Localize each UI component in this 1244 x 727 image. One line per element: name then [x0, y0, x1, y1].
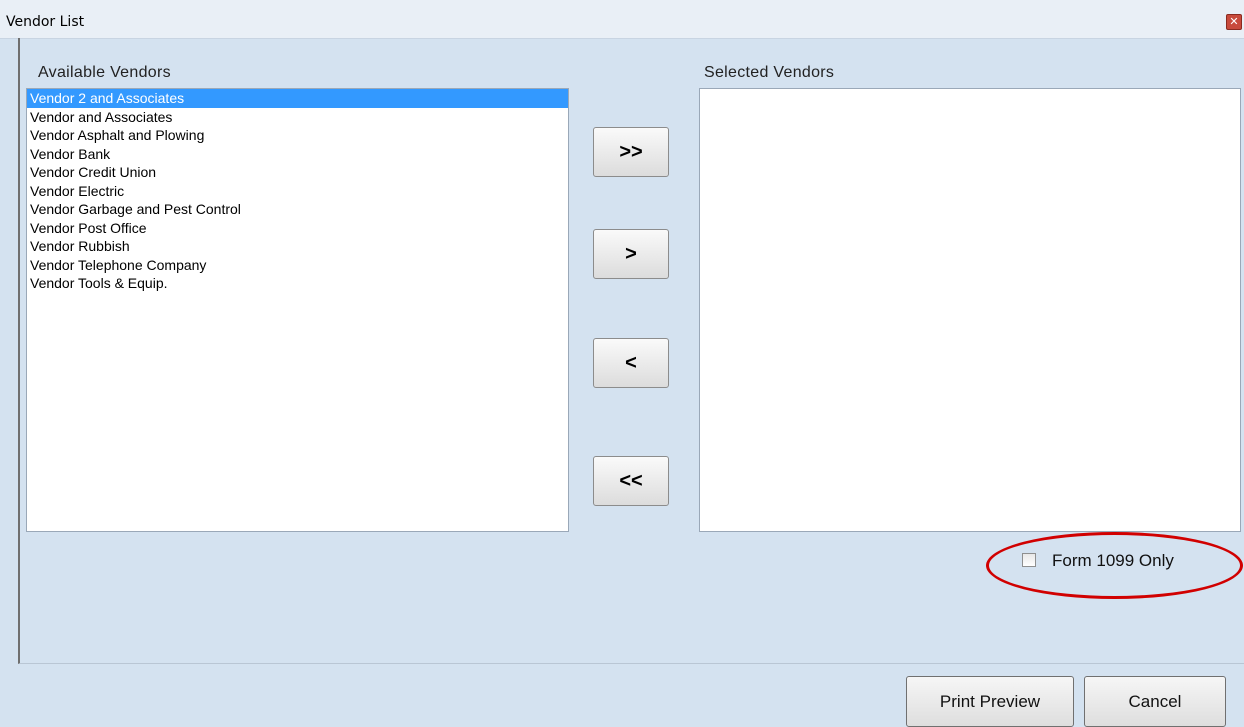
- vendor-list-item[interactable]: Vendor Telephone Company: [27, 256, 568, 275]
- add-selected-button[interactable]: >: [593, 229, 669, 279]
- vendor-list-item[interactable]: Vendor and Associates: [27, 108, 568, 127]
- print-preview-button[interactable]: Print Preview: [906, 676, 1074, 727]
- vendor-list-item[interactable]: Vendor Garbage and Pest Control: [27, 200, 568, 219]
- vendor-list-item[interactable]: Vendor Electric: [27, 182, 568, 201]
- available-vendors-list[interactable]: Vendor 2 and Associates Vendor and Associ…: [26, 88, 569, 532]
- remove-all-button[interactable]: <<: [593, 456, 669, 506]
- remove-selected-button[interactable]: <: [593, 338, 669, 388]
- available-vendors-label: Available Vendors: [38, 64, 171, 81]
- close-icon[interactable]: ✕: [1226, 14, 1242, 30]
- vendor-list-item[interactable]: Vendor Asphalt and Plowing: [27, 126, 568, 145]
- annotation-highlight-ellipse: [986, 532, 1243, 599]
- vendor-list-item[interactable]: Vendor Rubbish: [27, 237, 568, 256]
- vendor-list-item[interactable]: Vendor Bank: [27, 145, 568, 164]
- cancel-button[interactable]: Cancel: [1084, 676, 1226, 727]
- vendor-list-item[interactable]: Vendor Post Office: [27, 219, 568, 238]
- vendor-list-item[interactable]: Vendor 2 and Associates: [27, 89, 568, 108]
- add-all-button[interactable]: >>: [593, 127, 669, 177]
- window-title: Vendor List: [6, 14, 85, 30]
- selected-vendors-label: Selected Vendors: [704, 64, 835, 81]
- title-bar: Vendor List ✕: [0, 0, 1244, 39]
- vendor-list-item[interactable]: Vendor Credit Union: [27, 163, 568, 182]
- vendor-list-item[interactable]: Vendor Tools & Equip.: [27, 274, 568, 293]
- selected-vendors-list[interactable]: [699, 88, 1241, 532]
